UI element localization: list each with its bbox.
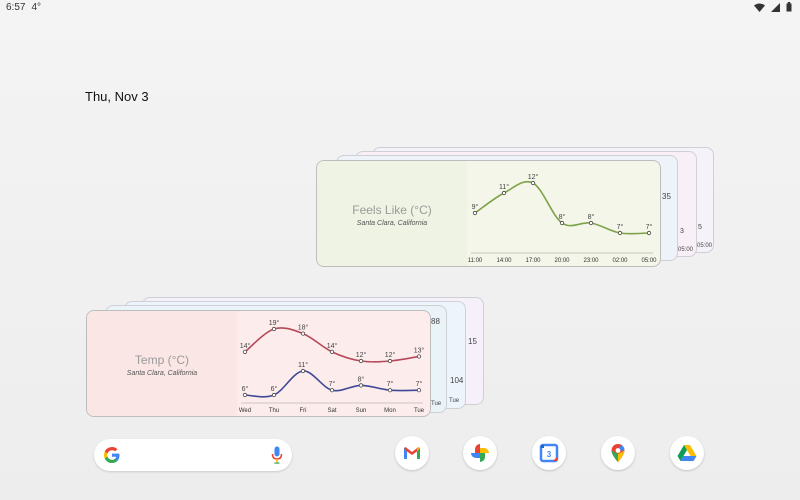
x-tick-label: Thu xyxy=(269,408,279,414)
status-temperature: 4° xyxy=(31,2,42,13)
data-label: 7° xyxy=(387,380,394,388)
data-label: 12° xyxy=(528,173,539,181)
x-tick-label: Sun xyxy=(356,408,367,414)
peek-value: 15 xyxy=(468,337,477,346)
peek-day: Tue xyxy=(449,398,460,404)
temp-card[interactable]: Temp (°C) Santa Clara, California Wed Thu… xyxy=(86,310,431,417)
data-point xyxy=(501,190,507,196)
data-label: 6° xyxy=(271,385,278,393)
x-tick-label: Tue xyxy=(414,408,425,414)
data-label: 11° xyxy=(298,361,308,369)
data-point xyxy=(472,210,478,216)
widget-location: Santa Clara, California xyxy=(126,370,198,377)
data-label: 8° xyxy=(588,213,595,221)
peek-value: 5 xyxy=(698,224,702,231)
data-point xyxy=(559,220,565,226)
maps-icon[interactable] xyxy=(601,436,635,470)
widget-location: Santa Clara, California xyxy=(356,220,428,227)
battery-icon xyxy=(786,2,792,12)
data-label: 7° xyxy=(329,380,336,388)
data-point xyxy=(242,349,248,354)
peek-value: 104 xyxy=(450,376,464,385)
data-label: 14° xyxy=(240,342,251,350)
peek-value: 35 xyxy=(662,192,671,201)
status-bar: 6:57 4° xyxy=(0,0,800,16)
status-time: 6:57 xyxy=(6,2,26,13)
feels-like-chart: 11:00 14:00 17:00 20:00 23:00 02:00 05:00 9° 11°… xyxy=(468,173,657,264)
x-tick-label: Mon xyxy=(384,408,396,414)
peek-value: 3 xyxy=(680,228,684,235)
data-point xyxy=(416,388,422,393)
card-text-panel: Temp (°C) Santa Clara, California xyxy=(87,311,237,416)
x-tick-label: Fri xyxy=(300,408,307,414)
data-point xyxy=(329,388,335,393)
data-point xyxy=(617,230,623,236)
data-point xyxy=(416,354,422,359)
x-tick-label: 05:00 xyxy=(641,258,657,264)
temp-chart: Wed Thu Fri Sat Sun Mon Tue 14° 19° 18° 14° 12° 12° 1… xyxy=(239,319,425,414)
google-search-bar[interactable] xyxy=(94,439,292,471)
data-point xyxy=(329,349,335,354)
data-label: 12° xyxy=(356,351,367,359)
data-label: 8° xyxy=(559,213,566,221)
gmail-icon[interactable] xyxy=(395,436,429,470)
data-point xyxy=(242,392,248,398)
feels-like-card[interactable]: Feels Like (°C) Santa Clara, California … xyxy=(316,160,661,267)
data-point xyxy=(358,358,364,364)
data-point xyxy=(358,383,364,388)
data-point xyxy=(588,220,594,226)
google-g-icon[interactable] xyxy=(103,446,121,464)
data-point xyxy=(300,331,306,336)
data-label: 7° xyxy=(646,223,653,231)
widget-title: Feels Like (°C) xyxy=(352,203,432,217)
data-label: 14° xyxy=(327,342,338,350)
data-label: 9° xyxy=(472,203,479,211)
x-tick-label: 14:00 xyxy=(496,258,512,264)
x-tick-label: 17:00 xyxy=(525,258,541,264)
x-tick-label: 02:00 xyxy=(612,258,628,264)
peek-time: 05:00 xyxy=(678,247,694,253)
data-point xyxy=(387,388,393,393)
data-label: 7° xyxy=(617,223,624,231)
data-point xyxy=(387,358,393,364)
date-label[interactable]: Thu, Nov 3 xyxy=(85,89,149,104)
x-tick-label: Sat xyxy=(327,408,336,414)
data-label: 13° xyxy=(414,346,425,354)
signal-icon xyxy=(771,2,780,12)
data-point xyxy=(271,392,277,398)
data-point xyxy=(646,230,652,236)
calendar-day-number: 3 xyxy=(547,450,552,459)
data-label: 19° xyxy=(269,319,280,327)
widget-title: Temp (°C) xyxy=(134,353,190,367)
data-label: 11° xyxy=(499,183,509,191)
data-point xyxy=(300,368,306,374)
peek-day: Tue xyxy=(431,401,442,407)
drive-icon[interactable] xyxy=(670,436,704,470)
wifi-icon xyxy=(754,3,765,12)
data-point xyxy=(530,180,536,186)
card-text-panel: Feels Like (°C) Santa Clara, California xyxy=(317,161,467,266)
x-tick-label: 11:00 xyxy=(468,258,483,264)
data-point xyxy=(271,326,277,332)
calendar-icon[interactable]: 3 xyxy=(532,436,566,470)
peek-time: 05:00 xyxy=(697,243,713,249)
data-label: 8° xyxy=(358,375,365,383)
data-label: 18° xyxy=(298,324,309,332)
x-tick-label: 20:00 xyxy=(554,258,570,264)
data-label: 12° xyxy=(385,351,396,359)
x-tick-label: 23:00 xyxy=(583,258,599,264)
peek-value: 88 xyxy=(431,317,440,326)
data-label: 6° xyxy=(242,385,249,393)
microphone-icon[interactable] xyxy=(271,446,283,464)
photos-icon[interactable] xyxy=(463,436,497,470)
x-tick-label: Wed xyxy=(239,408,251,414)
data-label: 7° xyxy=(416,380,423,388)
